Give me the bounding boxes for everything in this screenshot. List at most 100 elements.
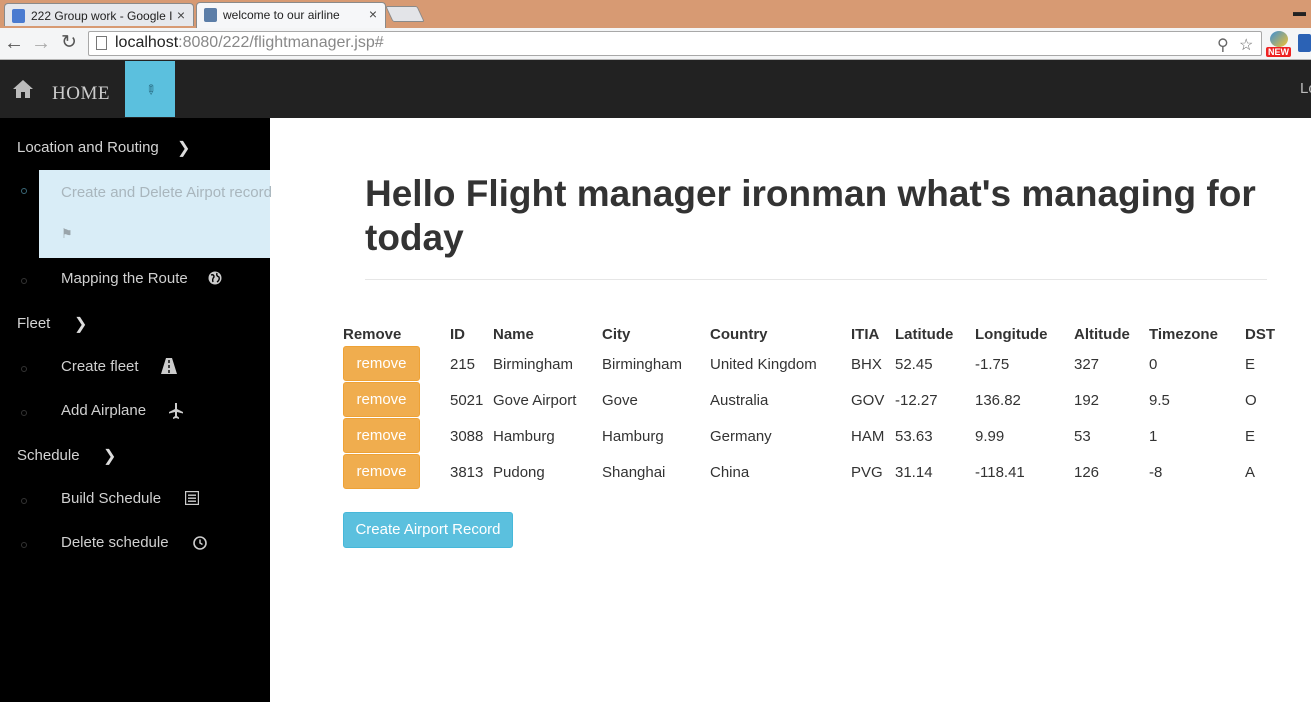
table-cell-dst: A: [1245, 464, 1256, 481]
nav-pin-button[interactable]: ✎: [125, 61, 175, 117]
col-header-latitude: Latitude: [895, 326, 954, 343]
bullet-icon: [21, 188, 27, 194]
tab-close-icon[interactable]: ×: [369, 6, 377, 22]
table-cell-id: 215: [450, 356, 476, 373]
bullet-icon: [21, 498, 27, 504]
app-navbar: HOME ✎ Lo: [0, 60, 1311, 118]
chevron-right-icon: ❯: [74, 316, 88, 333]
chevron-right-icon: ❯: [103, 448, 117, 465]
table-cell-id: 3088: [450, 428, 484, 445]
table-cell-country: China: [710, 464, 750, 481]
home-icon[interactable]: [12, 79, 34, 99]
col-header-timezone: Timezone: [1149, 326, 1218, 343]
bullet-icon: [21, 410, 27, 416]
remove-button[interactable]: remove: [343, 346, 420, 381]
col-header-altitude: Altitude: [1074, 326, 1130, 343]
forward-arrow-icon[interactable]: →: [31, 32, 51, 54]
url-host: localhost: [115, 34, 179, 51]
extension-new-icon[interactable]: NEW: [1266, 31, 1294, 57]
list-icon: [185, 491, 199, 505]
pushpin-icon: ✎: [141, 80, 160, 99]
sidebar-section-schedule[interactable]: Schedule ❯: [17, 447, 116, 465]
table-cell-name: Gove Airport: [493, 392, 577, 409]
clock-icon: [193, 536, 207, 550]
table-cell-dst: E: [1245, 428, 1256, 445]
sidebar-item-delete-schedule[interactable]: Delete schedule: [0, 522, 270, 566]
browser-toolbar: ← → ↻ localhost:8080/222/flightmanager.j…: [0, 28, 1311, 60]
tab-close-icon[interactable]: ×: [177, 7, 185, 23]
bullet-icon: [21, 278, 27, 284]
col-header-longitude: Longitude: [975, 326, 1048, 343]
browser-tab-airline[interactable]: welcome to our airline ×: [196, 2, 386, 28]
table-cell-longitude: -1.75: [975, 356, 1010, 373]
col-header-itia: ITIA: [851, 326, 880, 343]
col-header-country: Country: [710, 326, 768, 343]
sidebar-section-location-routing[interactable]: Location and Routing ❯: [17, 139, 190, 157]
airline-favicon-icon: [204, 8, 217, 22]
table-cell-city: Gove: [602, 392, 638, 409]
table-cell-name: Hamburg: [493, 428, 555, 445]
table-cell-altitude: 53: [1074, 428, 1091, 445]
new-tab-button[interactable]: [385, 6, 425, 22]
back-arrow-icon[interactable]: ←: [4, 32, 24, 54]
extension-icon[interactable]: [1298, 34, 1311, 52]
table-cell-itia: BHX: [851, 356, 882, 373]
zoom-icon[interactable]: ⚲: [1217, 35, 1229, 57]
sidebar-item-label: Mapping the Route: [61, 270, 188, 287]
sidebar-item-create-delete-airport[interactable]: Create and Delete Airpot record ⚑: [39, 170, 272, 258]
extension-ball: [1270, 31, 1288, 47]
sidebar-item-create-fleet[interactable]: Create fleet: [0, 346, 270, 390]
browser-tab-group-work[interactable]: 222 Group work - Google I ×: [4, 3, 194, 26]
remove-button[interactable]: remove: [343, 382, 420, 417]
address-bar[interactable]: localhost:8080/222/flightmanager.jsp# ⚲ …: [88, 31, 1262, 56]
table-cell-dst: O: [1245, 392, 1257, 409]
nav-right-link[interactable]: Lo: [1300, 80, 1311, 97]
heading-divider: [365, 279, 1267, 280]
sidebar-item-label: Create and Delete Airpot record: [61, 184, 272, 201]
table-cell-altitude: 126: [1074, 464, 1100, 481]
nav-home-link[interactable]: HOME: [52, 83, 110, 105]
sidebar-item-add-airplane[interactable]: Add Airplane: [0, 390, 270, 434]
url-path: :8080/222/flightmanager.jsp#: [178, 34, 384, 51]
table-cell-latitude: 31.14: [895, 464, 933, 481]
table-cell-latitude: 53.63: [895, 428, 933, 445]
remove-button[interactable]: remove: [343, 418, 420, 453]
section-label: Fleet: [17, 315, 51, 332]
sidebar-section-fleet[interactable]: Fleet ❯: [17, 315, 87, 333]
page-heading: Hello Flight manager ironman what's mana…: [365, 173, 1256, 258]
table-cell-longitude: 136.82: [975, 392, 1021, 409]
sidebar-item-label: Create fleet: [61, 358, 139, 375]
sidebar-item-label: Delete schedule: [61, 534, 169, 551]
browser-titlebar: 222 Group work - Google I × welcome to o…: [0, 0, 1311, 28]
table-cell-itia: GOV: [851, 392, 885, 409]
table-cell-longitude: 9.99: [975, 428, 1005, 445]
col-header-city: City: [602, 326, 631, 343]
section-label: Location and Routing: [17, 139, 159, 156]
docs-favicon-icon: [12, 9, 25, 23]
table-cell-dst: E: [1245, 356, 1256, 373]
table-cell-latitude: -12.27: [895, 392, 938, 409]
table-cell-name: Pudong: [493, 464, 545, 481]
sidebar-item-label: Add Airplane: [61, 402, 147, 419]
create-airport-record-button[interactable]: Create Airport Record: [343, 512, 513, 548]
bullet-icon: [21, 366, 27, 372]
globe-icon: [208, 271, 222, 285]
table-cell-timezone: 9.5: [1149, 392, 1170, 409]
table-cell-itia: HAM: [851, 428, 885, 445]
sidebar-item-build-schedule[interactable]: Build Schedule: [0, 478, 270, 522]
minimize-window-icon[interactable]: ▬: [1293, 4, 1306, 19]
remove-button[interactable]: remove: [343, 454, 420, 489]
tab-title: 222 Group work - Google I: [31, 9, 173, 23]
table-cell-timezone: -8: [1149, 464, 1163, 481]
table-cell-id: 3813: [450, 464, 484, 481]
col-header-name: Name: [493, 326, 534, 343]
reload-icon[interactable]: ↻: [61, 32, 77, 54]
sidebar-item-label: Build Schedule: [61, 490, 162, 507]
table-cell-city: Shanghai: [602, 464, 666, 481]
road-icon: [161, 358, 177, 374]
bookmark-star-icon[interactable]: ☆: [1239, 35, 1253, 57]
chevron-right-icon: ❯: [177, 140, 191, 157]
bullet-icon: [21, 542, 27, 548]
sidebar-item-mapping-route[interactable]: Mapping the Route: [0, 258, 270, 302]
sidebar: Location and Routing ❯ Create and Delete…: [0, 118, 272, 702]
